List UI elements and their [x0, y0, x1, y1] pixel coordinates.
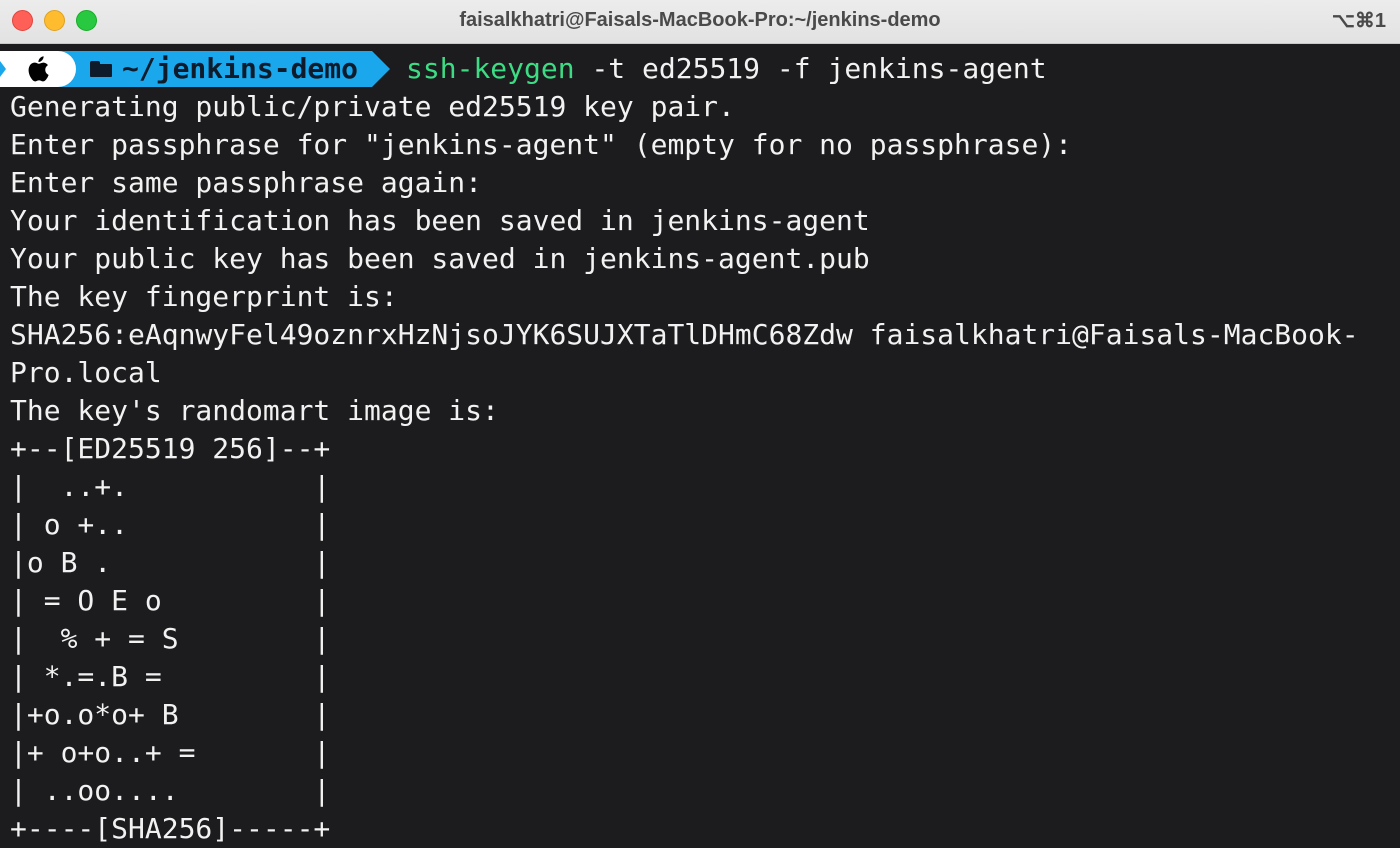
randomart-line: | % + = S |	[10, 622, 331, 655]
randomart-line: | = O E o |	[10, 584, 331, 617]
shell-prompt: ~/jenkins-demo ssh-keygen -t ed25519 -f …	[0, 50, 1400, 88]
output-line: Your identification has been saved in je…	[10, 204, 870, 237]
prompt-directory: ~/jenkins-demo	[122, 52, 359, 85]
window-title: faisalkhatri@Faisals-MacBook-Pro:~/jenki…	[459, 9, 941, 31]
output-line: Enter same passphrase again:	[10, 166, 483, 199]
window-shortcut: ⌥⌘1	[1331, 10, 1386, 32]
apple-logo-icon	[0, 51, 76, 87]
randomart-line: |+o.o*o+ B |	[10, 698, 331, 731]
output-line: Your public key has been saved in jenkin…	[10, 242, 870, 275]
command-args: -t ed25519 -f jenkins-agent	[574, 52, 1047, 85]
randomart-line: | *.=.B = |	[10, 660, 331, 693]
output-line: The key's randomart image is:	[10, 394, 499, 427]
output-line: Generating public/private ed25519 key pa…	[10, 90, 735, 123]
randomart-line: |o B . |	[10, 546, 331, 579]
command-name: ssh-keygen	[406, 52, 575, 85]
randomart-line: +----[SHA256]-----+	[10, 812, 331, 845]
folder-icon	[90, 61, 112, 77]
apple-logo-svg	[28, 56, 49, 82]
fingerprint-line: SHA256:eAqnwyFel49oznrxHzNjsoJYK6SUJXTaT…	[10, 318, 1359, 351]
output-line: The key fingerprint is:	[10, 280, 398, 313]
output-line: Enter passphrase for "jenkins-agent" (em…	[10, 128, 1073, 161]
terminal-window: faisalkhatri@Faisals-MacBook-Pro:~/jenki…	[0, 0, 1400, 848]
prompt-directory-segment: ~/jenkins-demo	[56, 51, 391, 87]
randomart-line: | ..+. |	[10, 470, 331, 503]
randomart-line: +--[ED25519 256]--+	[10, 432, 331, 465]
fingerprint-line-continued: Pro.local	[10, 356, 162, 389]
randomart-line: |+ o+o..+ = |	[10, 736, 331, 769]
terminal-output[interactable]: ~/jenkins-demo ssh-keygen -t ed25519 -f …	[0, 44, 1400, 848]
randomart-line: | o +.. |	[10, 508, 331, 541]
randomart-line: | ..oo.... |	[10, 774, 331, 807]
title-bar: faisalkhatri@Faisals-MacBook-Pro:~/jenki…	[0, 0, 1400, 44]
